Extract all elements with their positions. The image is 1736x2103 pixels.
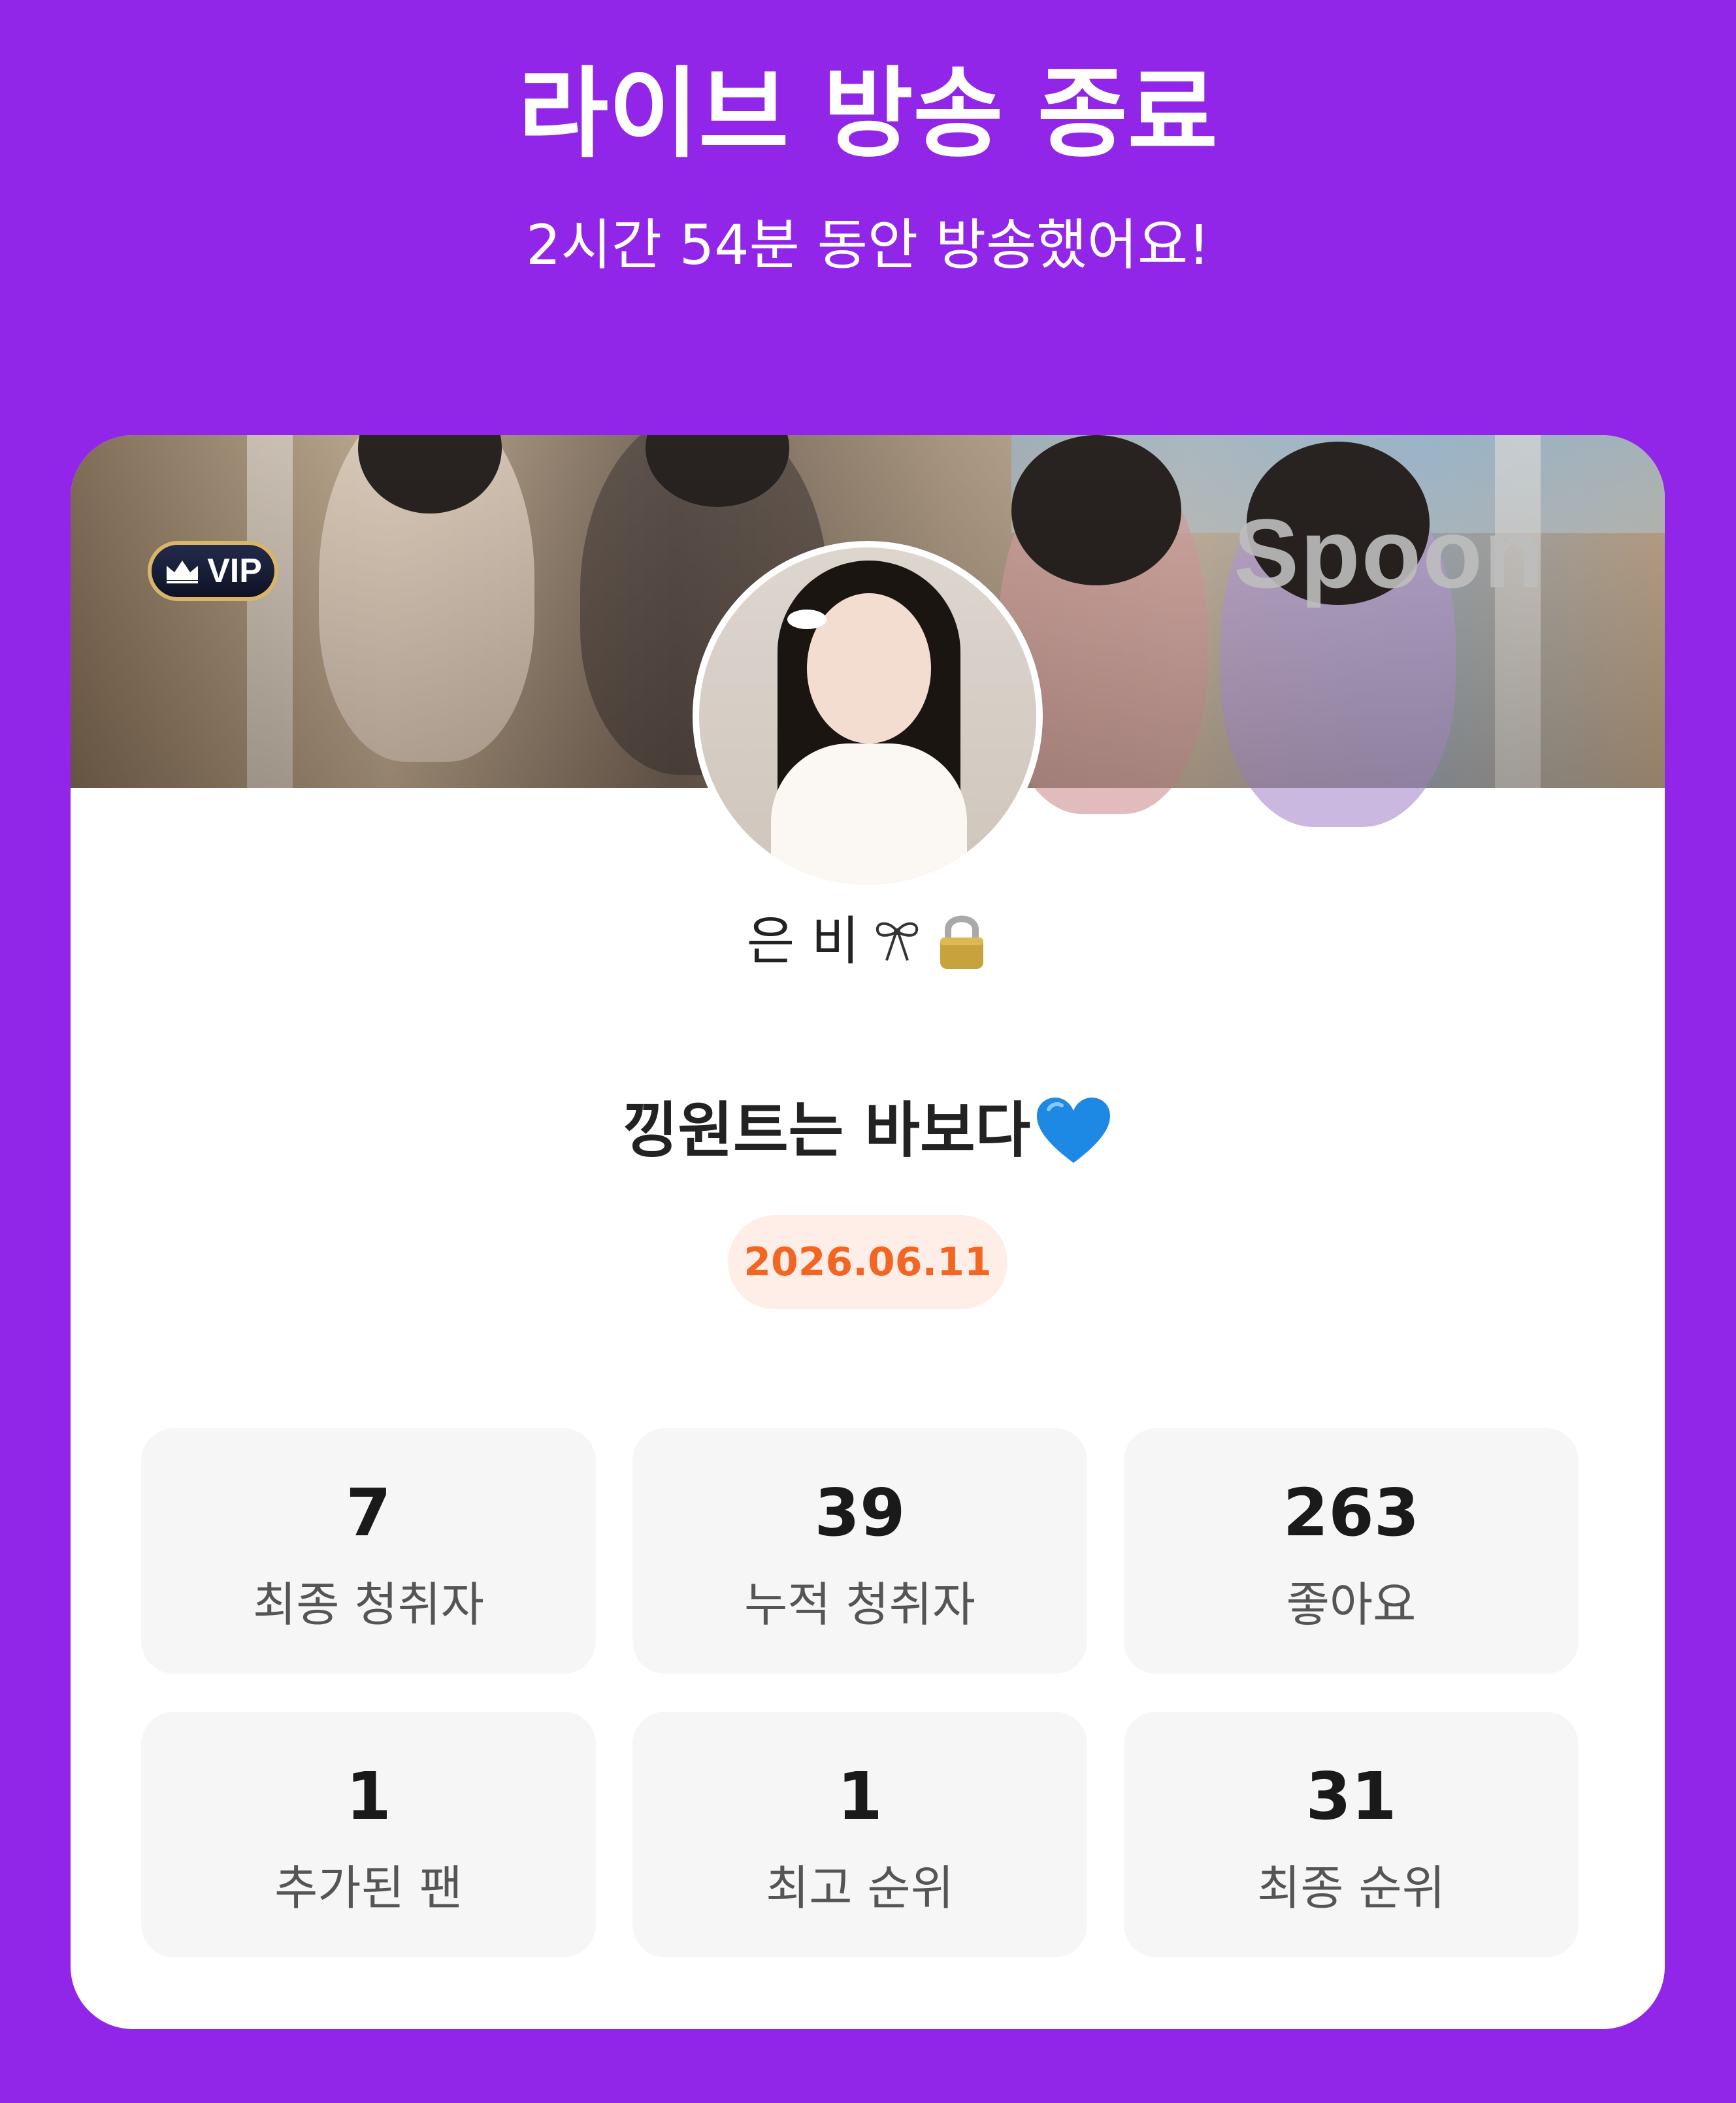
stat-value: 1 xyxy=(837,1758,883,1834)
stat-final-rank: 31 최종 순위 xyxy=(1124,1712,1579,1957)
stat-value: 1 xyxy=(346,1758,391,1834)
stat-value: 263 xyxy=(1283,1475,1420,1551)
live-title-text: 낑원트는 바보다 xyxy=(622,1096,1031,1166)
broadcast-summary-card: Spoon VIP 은 비 낑원트는 바보다 2026.06.11 7 최종 청… xyxy=(71,435,1665,2029)
live-title: 낑원트는 바보다 xyxy=(71,1088,1665,1173)
crown-icon xyxy=(167,561,199,583)
avatar-photo xyxy=(699,547,1036,885)
stat-value: 7 xyxy=(346,1475,391,1551)
stat-label: 추가된 팬 xyxy=(274,1861,463,1916)
blue-heart-icon xyxy=(1037,1098,1111,1163)
stat-cumulative-listeners: 39 누적 청취자 xyxy=(632,1428,1087,1674)
page-title: 라이브 방송 종료 xyxy=(518,57,1218,171)
broadcast-duration-text: 2시간 54분 동안 방송했어요! xyxy=(526,213,1210,277)
vip-badge: VIP xyxy=(148,541,278,601)
spoon-watermark: Spoon xyxy=(1234,498,1545,608)
stat-label: 최종 순위 xyxy=(1257,1861,1445,1916)
avatar-hair-bow xyxy=(787,610,827,629)
lock-icon xyxy=(940,915,984,969)
stat-label: 누적 청취자 xyxy=(744,1577,976,1632)
vip-label: VIP xyxy=(207,552,262,590)
stat-label: 좋아요 xyxy=(1286,1577,1417,1632)
avatar-dress xyxy=(771,743,967,885)
stat-final-listeners: 7 최종 청취자 xyxy=(141,1428,596,1674)
stat-best-rank: 1 최고 순위 xyxy=(632,1712,1087,1957)
stat-value: 31 xyxy=(1305,1758,1397,1834)
nickname-text: 은 비 xyxy=(746,911,860,971)
ribbon-bow-icon xyxy=(876,922,919,961)
stat-value: 39 xyxy=(814,1475,906,1551)
stat-label: 최종 청취자 xyxy=(252,1577,485,1632)
avatar[interactable] xyxy=(693,541,1043,891)
stat-added-fans: 1 추가된 팬 xyxy=(141,1712,596,1957)
stat-label: 최고 순위 xyxy=(766,1861,954,1916)
stat-likes: 263 좋아요 xyxy=(1124,1428,1579,1674)
dj-nickname: 은 비 xyxy=(71,905,1665,977)
broadcast-date-badge: 2026.06.11 xyxy=(728,1215,1007,1309)
